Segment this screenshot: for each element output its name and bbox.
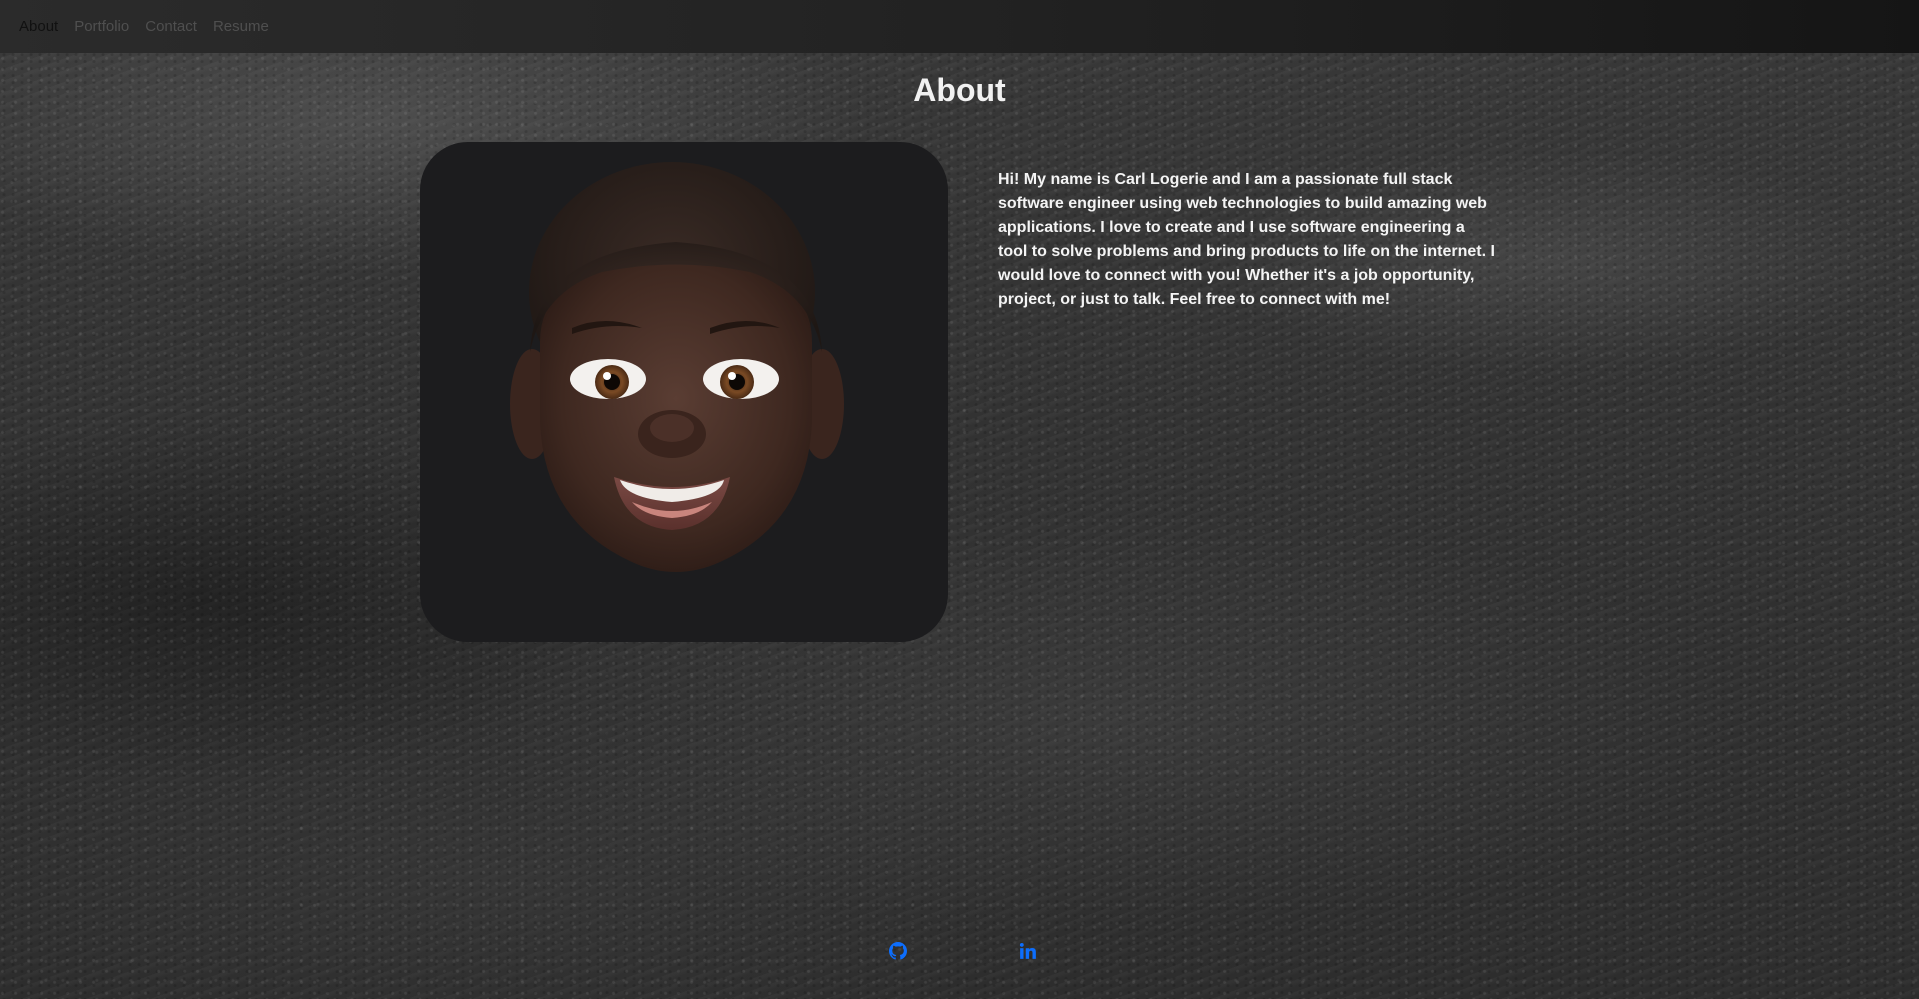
github-icon[interactable] [888, 942, 907, 960]
memoji-avatar-image [510, 162, 844, 572]
nav-link-about[interactable]: About [19, 18, 58, 35]
nav-link-resume[interactable]: Resume [213, 18, 269, 35]
top-navbar: About Portfolio Contact Resume [0, 0, 1919, 53]
background-texture [0, 0, 1919, 999]
bio-text: Hi! My name is Carl Logerie and I am a p… [998, 171, 1495, 308]
nav-link-portfolio[interactable]: Portfolio [74, 18, 129, 35]
page-title: About [913, 72, 1006, 108]
linkedin-icon[interactable] [1019, 942, 1037, 960]
avatar [420, 142, 948, 642]
nav-link-contact[interactable]: Contact [145, 18, 197, 35]
social-links [6, 942, 1919, 960]
